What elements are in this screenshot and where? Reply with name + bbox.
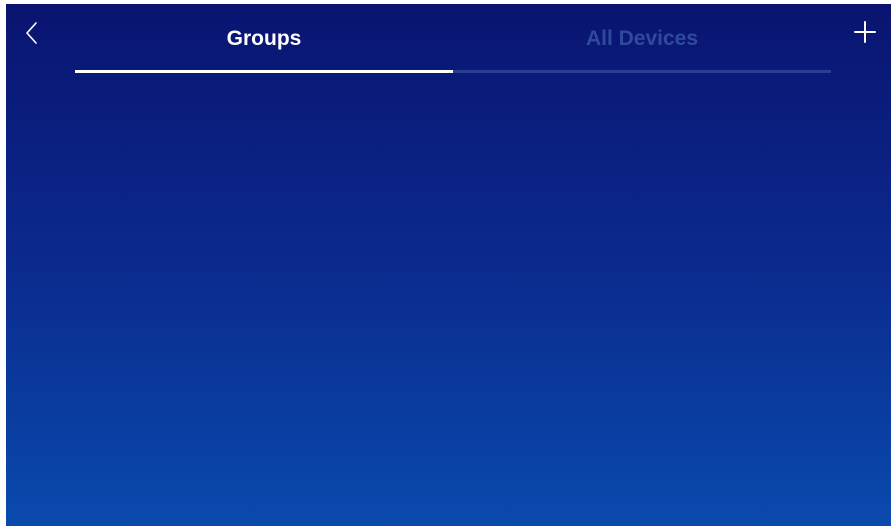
chevron-left-icon: [26, 22, 37, 44]
tab-groups[interactable]: Groups: [75, 4, 453, 74]
tab-all-devices-label: All Devices: [585, 26, 699, 50]
add-group-button[interactable]: [853, 20, 877, 44]
tab-all-devices[interactable]: All Devices: [453, 4, 831, 74]
content-area: [6, 76, 891, 526]
tab-bar: Groups All Devices: [75, 4, 831, 74]
active-tab-indicator: [75, 70, 453, 73]
tab-groups-label: Groups: [226, 26, 302, 50]
back-button[interactable]: [22, 18, 44, 48]
plus-icon: [854, 21, 876, 43]
groups-screen: Groups All Devices: [6, 4, 891, 526]
